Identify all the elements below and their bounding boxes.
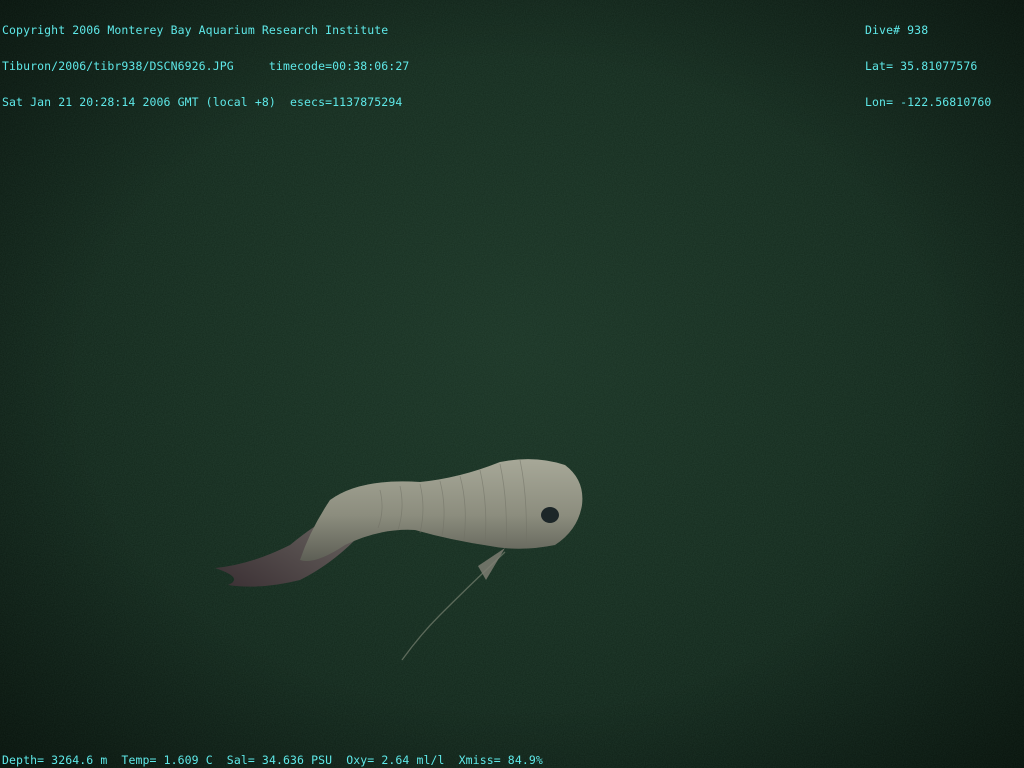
- longitude: Lon= -122.56810760: [865, 95, 992, 109]
- temp-reading: Temp= 1.609 C: [121, 753, 213, 767]
- header-overlay: Copyright 2006 Monterey Bay Aquarium Res…: [2, 0, 409, 132]
- dive-number: Dive# 938: [865, 23, 929, 37]
- copyright-text: Copyright 2006 Monterey Bay Aquarium Res…: [2, 23, 389, 37]
- oxygen-reading: Oxy= 2.64 ml/l: [346, 753, 445, 767]
- latitude: Lat= 35.81077576: [865, 59, 978, 73]
- file-path: Tiburon/2006/tibr938/DSCN6926.JPG: [2, 59, 234, 73]
- fish-body: [300, 459, 583, 561]
- sensor-overlay: Depth= 3264.6 m Temp= 1.609 C Sal= 34.63…: [2, 754, 543, 766]
- file-timecode-line: Tiburon/2006/tibr938/DSCN6926.JPG timeco…: [2, 60, 409, 72]
- datetime: Sat Jan 21 20:28:14 2006 GMT (local +8): [2, 95, 276, 109]
- pelvic-fin: [478, 548, 505, 580]
- salinity-reading: Sal= 34.636 PSU: [226, 753, 333, 767]
- underwater-photo: Copyright 2006 Monterey Bay Aquarium Res…: [0, 0, 1024, 768]
- esecs: esecs=1137875294: [289, 95, 403, 109]
- fish-eye: [541, 507, 559, 523]
- depth-reading: Depth= 3264.6 m: [2, 753, 108, 767]
- position-overlay: Dive# 938 Lat= 35.81077576 Lon= -122.568…: [865, 0, 991, 132]
- timecode: timecode=00:38:06:27: [268, 59, 410, 73]
- transmissometer-reading: Xmiss= 84.9%: [458, 753, 543, 767]
- datetime-line: Sat Jan 21 20:28:14 2006 GMT (local +8) …: [2, 96, 409, 108]
